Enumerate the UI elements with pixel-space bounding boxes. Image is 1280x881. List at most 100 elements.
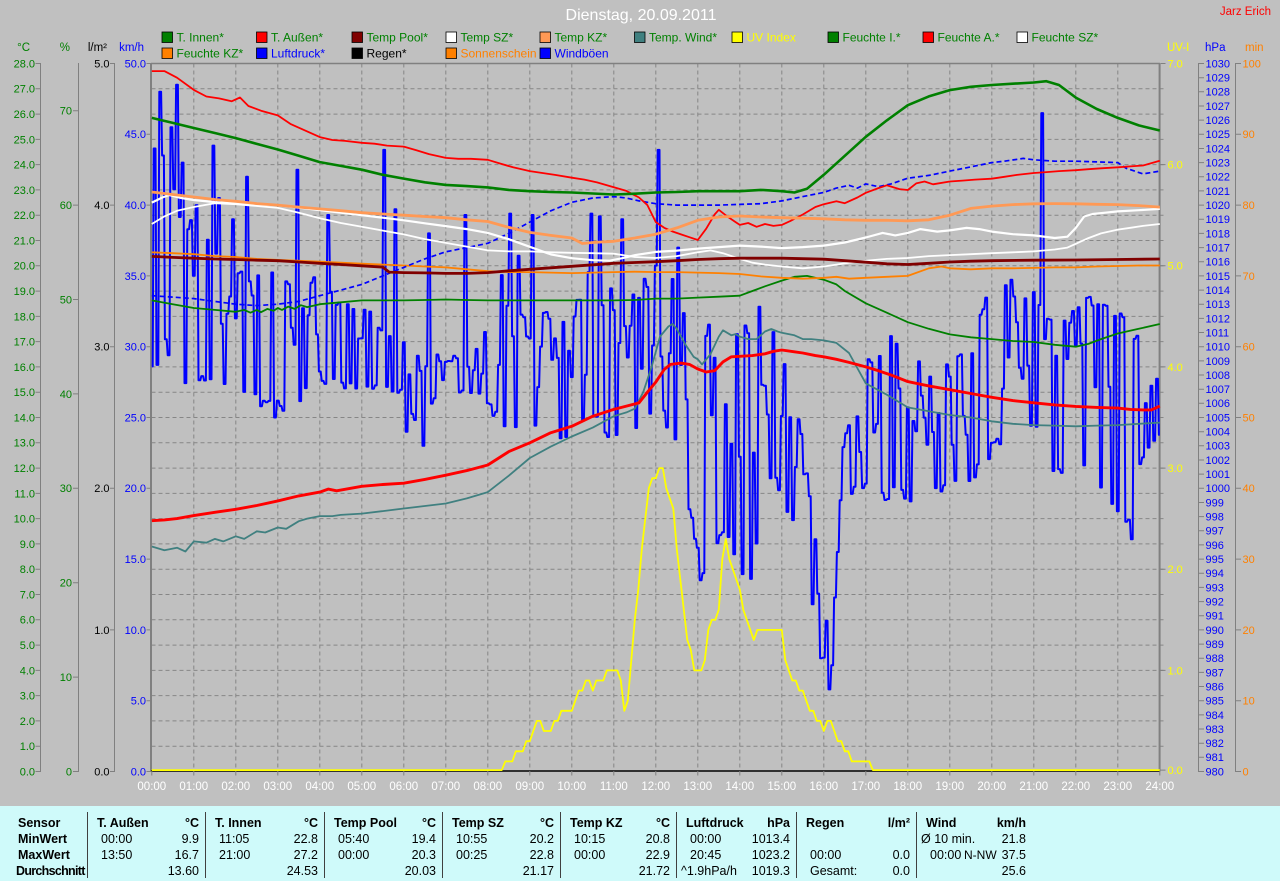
svg-text:989: 989: [1206, 639, 1224, 651]
svg-text:km/h: km/h: [119, 42, 144, 54]
svg-text:40: 40: [60, 389, 72, 401]
svg-text:992: 992: [1206, 597, 1224, 609]
svg-text:05:00: 05:00: [347, 781, 376, 793]
svg-text:Feuchte I.*: Feuchte I.*: [843, 31, 901, 45]
svg-text:Regen*: Regen*: [367, 47, 407, 61]
svg-text:0.0: 0.0: [94, 766, 109, 778]
svg-text:14.0: 14.0: [14, 412, 35, 424]
svg-text:1028: 1028: [1206, 87, 1230, 99]
svg-text:10:00: 10:00: [557, 781, 586, 793]
svg-text:%: %: [60, 42, 70, 54]
svg-text:Windböen: Windböen: [555, 47, 609, 61]
svg-text:60: 60: [60, 200, 72, 212]
svg-text:20:00: 20:00: [977, 781, 1006, 793]
svg-text:Temp Pool*: Temp Pool*: [367, 31, 429, 45]
svg-text:1.0: 1.0: [94, 625, 109, 637]
svg-text:2.0: 2.0: [1168, 564, 1183, 576]
svg-text:100: 100: [1243, 58, 1261, 70]
svg-text:3.0: 3.0: [1168, 463, 1183, 475]
svg-text:70: 70: [1243, 271, 1255, 283]
svg-text:06:00: 06:00: [389, 781, 418, 793]
svg-text:1018: 1018: [1206, 228, 1230, 240]
svg-text:18.0: 18.0: [14, 311, 35, 323]
svg-text:5.0: 5.0: [20, 640, 35, 652]
svg-text:Feuchte A.*: Feuchte A.*: [938, 31, 1000, 45]
svg-text:1022: 1022: [1206, 172, 1230, 184]
svg-text:3.0: 3.0: [94, 342, 109, 354]
svg-text:6.0: 6.0: [20, 615, 35, 627]
svg-text:Luftdruck*: Luftdruck*: [271, 47, 325, 61]
svg-text:1020: 1020: [1206, 200, 1230, 212]
svg-text:1007: 1007: [1206, 384, 1230, 396]
svg-text:10: 10: [60, 672, 72, 684]
svg-text:1016: 1016: [1206, 257, 1230, 269]
svg-text:09:00: 09:00: [515, 781, 544, 793]
svg-text:1000: 1000: [1206, 483, 1230, 495]
svg-text:16.0: 16.0: [14, 362, 35, 374]
svg-text:Temp KZ*: Temp KZ*: [555, 31, 608, 45]
svg-text:90: 90: [1243, 129, 1255, 141]
svg-text:997: 997: [1206, 526, 1224, 538]
svg-text:20: 20: [60, 578, 72, 590]
svg-text:0: 0: [1243, 766, 1249, 778]
svg-text:08:00: 08:00: [473, 781, 502, 793]
svg-text:23:00: 23:00: [1103, 781, 1132, 793]
svg-text:40: 40: [1243, 483, 1255, 495]
svg-text:10.0: 10.0: [125, 625, 146, 637]
svg-text:Sonnenschein: Sonnenschein: [461, 47, 537, 61]
svg-text:03:00: 03:00: [263, 781, 292, 793]
svg-text:Temp SZ*: Temp SZ*: [461, 31, 514, 45]
svg-text:1012: 1012: [1206, 313, 1230, 325]
svg-text:1011: 1011: [1206, 327, 1230, 339]
svg-text:1023: 1023: [1206, 158, 1230, 170]
svg-text:Feuchte KZ*: Feuchte KZ*: [177, 47, 244, 61]
svg-text:23.0: 23.0: [14, 185, 35, 197]
svg-text:0: 0: [66, 766, 72, 778]
svg-text:50: 50: [1243, 412, 1255, 424]
svg-text:1010: 1010: [1206, 342, 1230, 354]
svg-text:981: 981: [1206, 752, 1224, 764]
svg-text:40.0: 40.0: [125, 200, 146, 212]
svg-text:Jarz Erich: Jarz Erich: [1220, 6, 1271, 18]
svg-text:1019: 1019: [1206, 214, 1230, 226]
svg-text:13:00: 13:00: [683, 781, 712, 793]
svg-text:24.0: 24.0: [14, 160, 35, 172]
svg-text:5.0: 5.0: [1168, 261, 1183, 273]
svg-text:°C: °C: [17, 42, 30, 54]
svg-text:2.0: 2.0: [20, 716, 35, 728]
svg-text:5.0: 5.0: [131, 696, 146, 708]
svg-text:18:00: 18:00: [893, 781, 922, 793]
svg-text:1030: 1030: [1206, 58, 1230, 70]
svg-text:986: 986: [1206, 681, 1224, 693]
svg-text:26.0: 26.0: [14, 109, 35, 121]
svg-text:60: 60: [1243, 342, 1255, 354]
svg-text:1014: 1014: [1206, 285, 1230, 297]
svg-text:1.0: 1.0: [1168, 665, 1183, 677]
svg-text:1024: 1024: [1206, 143, 1230, 155]
svg-text:11.0: 11.0: [14, 488, 35, 500]
svg-text:1027: 1027: [1206, 101, 1230, 113]
svg-text:7.0: 7.0: [20, 589, 35, 601]
svg-text:10: 10: [1243, 696, 1255, 708]
svg-text:1009: 1009: [1206, 356, 1230, 368]
svg-text:998: 998: [1206, 512, 1224, 524]
svg-text:T. Außen*: T. Außen*: [271, 31, 323, 45]
svg-text:14:00: 14:00: [725, 781, 754, 793]
svg-text:7.0: 7.0: [1168, 58, 1183, 70]
svg-text:1003: 1003: [1206, 441, 1230, 453]
svg-text:1006: 1006: [1206, 398, 1230, 410]
svg-text:l/m²: l/m²: [88, 42, 107, 54]
svg-text:19.0: 19.0: [14, 286, 35, 298]
svg-text:1005: 1005: [1206, 412, 1230, 424]
svg-text:12.0: 12.0: [14, 463, 35, 475]
svg-text:999: 999: [1206, 497, 1224, 509]
svg-text:9.0: 9.0: [20, 539, 35, 551]
svg-text:20.0: 20.0: [14, 261, 35, 273]
svg-text:1013: 1013: [1206, 299, 1230, 311]
svg-text:07:00: 07:00: [431, 781, 460, 793]
svg-text:995: 995: [1206, 554, 1224, 566]
svg-text:30: 30: [1243, 554, 1255, 566]
svg-text:1029: 1029: [1206, 73, 1230, 85]
svg-text:22.0: 22.0: [14, 210, 35, 222]
svg-text:2.0: 2.0: [94, 483, 109, 495]
